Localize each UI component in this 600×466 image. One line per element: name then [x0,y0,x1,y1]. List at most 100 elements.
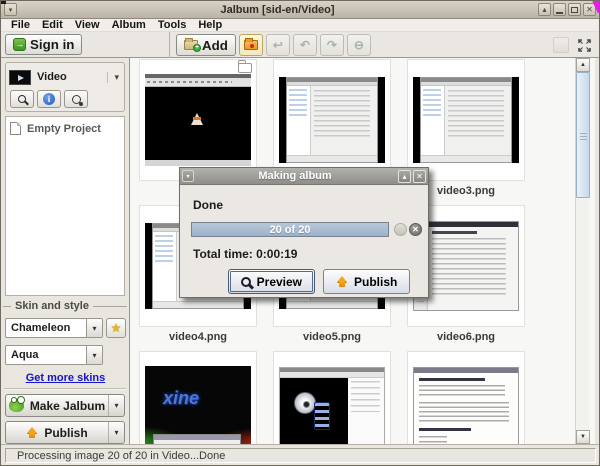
sidebar: Video ▾ i Empty Project Skin and style [1,58,130,444]
thumbnail-image [413,367,519,444]
window-menu-icon[interactable]: ▾ [4,3,17,16]
folder-selector[interactable]: Video ▾ [9,65,121,89]
empty-project-label: Empty Project [27,123,101,135]
chevron-down-icon[interactable]: ▾ [107,72,121,83]
window-title: Jalbum [sid-en/Video] [17,4,538,16]
dialog-shade-button[interactable]: ▴ [398,170,411,183]
vertical-scrollbar[interactable]: ▲ ▼ [575,58,589,444]
get-more-skins-link[interactable]: Get more skins [1,372,130,384]
close-button[interactable]: ✕ [583,3,596,16]
page-icon [10,122,21,135]
status-text: Processing image 20 of 20 in Video...Don… [17,450,225,462]
making-album-dialog: ▾ Making album ▴ ✕ Done 20 of 20 ✕ Total… [179,167,429,298]
scroll-up-button[interactable]: ▲ [576,58,590,72]
dialog-close-button[interactable]: ✕ [413,170,426,183]
add-label: Add [202,38,228,53]
dialog-publish-button[interactable]: Publish [323,269,410,294]
toolbar: → Sign in + Add ↩ ↶ ↷ ⊖ [1,32,599,58]
info-icon: i [43,93,55,105]
edit-disabled-button[interactable] [553,37,569,53]
status-inset: Processing image 20 of 20 in Video...Don… [5,448,596,463]
dialog-title: Making album [194,170,396,182]
thumbnail-cell [273,351,391,444]
plus-icon: + [193,44,201,52]
jalbum-window: ▾ Jalbum [sid-en/Video] ▴ ✕ File Edit Vi… [0,0,600,466]
dialog-menu-icon[interactable]: ▾ [182,170,194,182]
rotate-right-button[interactable]: ↷ [320,34,344,56]
window-titlebar[interactable]: ▾ Jalbum [sid-en/Video] ▴ ✕ [1,1,599,19]
thumbnail-image [279,77,385,163]
chevron-down-icon[interactable]: ▾ [86,346,102,364]
publish-arrow-icon [26,427,38,439]
orange-folder-icon [244,40,258,50]
skin-section-label: Skin and style [15,300,89,312]
pause-button[interactable] [394,223,407,236]
menu-tools[interactable]: Tools [152,19,193,31]
publish-button[interactable]: Publish ▾ [5,421,125,444]
shade-button[interactable]: ▴ [538,3,551,16]
thumbnail-card[interactable] [139,59,257,181]
progress-fill: 20 of 20 [192,223,388,236]
thumbnail-card[interactable] [273,351,391,444]
maximize-button[interactable] [568,3,581,16]
preview-button[interactable]: Preview [228,269,315,294]
dialog-titlebar[interactable]: ▾ Making album ▴ ✕ [180,168,428,185]
sidebar-separator [4,388,126,390]
preview-magnifier-icon [241,277,251,287]
thumbnail-label: video5.png [273,327,391,341]
statusbar: Processing image 20 of 20 in Video...Don… [1,444,600,466]
explore-button[interactable] [10,90,34,108]
menu-file[interactable]: File [5,19,36,31]
scroll-down-button[interactable]: ▼ [576,430,590,444]
skin-favorite-button[interactable]: ★ [106,318,126,338]
thumbnail-card[interactable]: xine [139,351,257,444]
search-icon [18,95,26,103]
scrollbar-thumb[interactable] [576,72,590,198]
style-select[interactable]: Aqua ▾ [5,345,103,365]
skin-select-value: Chameleon [6,322,86,334]
thumbnail-image [413,77,519,163]
thumbnail-image [145,74,251,166]
add-folder-icon: + [184,40,198,50]
empty-project-item[interactable]: Empty Project [6,117,124,140]
hot-folder-button[interactable] [239,34,263,56]
add-button[interactable]: + Add [176,34,236,56]
menu-view[interactable]: View [69,19,106,31]
rotate-left-button[interactable]: ↶ [293,34,317,56]
dialog-publish-label: Publish [354,275,397,289]
frog-icon [9,399,24,412]
folder-thumbnail [9,70,31,85]
thumbnail-image: xine [145,366,251,444]
thumbnail-label: video4.png [139,327,257,341]
menu-edit[interactable]: Edit [36,19,69,31]
folder-badge-icon [238,63,252,73]
minimize-icon [556,12,563,14]
minimize-button[interactable] [553,3,566,16]
make-album-button[interactable]: Make Jalbum ▾ [5,394,125,417]
menu-album[interactable]: Album [106,19,152,31]
thumbnail-card[interactable] [407,351,525,444]
total-time-text: Total time: 0:00:19 [193,247,297,261]
tag-button[interactable] [64,90,88,108]
menu-help[interactable]: Help [192,19,228,31]
chevron-down-icon[interactable]: ▾ [86,319,102,337]
tag-icon [72,95,81,104]
menubar: File Edit View Album Tools Help [1,19,599,32]
info-button[interactable]: i [37,90,61,108]
sign-in-button[interactable]: → Sign in [5,34,82,55]
maximize-icon [571,7,578,13]
remove-button[interactable]: ⊖ [347,34,371,56]
skin-select[interactable]: Chameleon ▾ [5,318,103,338]
fullscreen-button[interactable] [575,36,593,54]
thumbnail-card[interactable] [273,59,391,181]
undo-button[interactable]: ↩ [266,34,290,56]
progress-text: 20 of 20 [270,224,311,236]
sign-in-label: Sign in [30,37,74,52]
cancel-icon[interactable]: ✕ [409,223,422,236]
style-select-value: Aqua [6,349,86,361]
thumbnail-label: video6.png [407,327,525,341]
publish-dropdown[interactable]: ▾ [108,422,124,443]
make-album-dropdown[interactable]: ▾ [108,395,124,416]
screen-corner-artifact-left [0,0,6,4]
thumbnail-card[interactable] [407,59,525,181]
